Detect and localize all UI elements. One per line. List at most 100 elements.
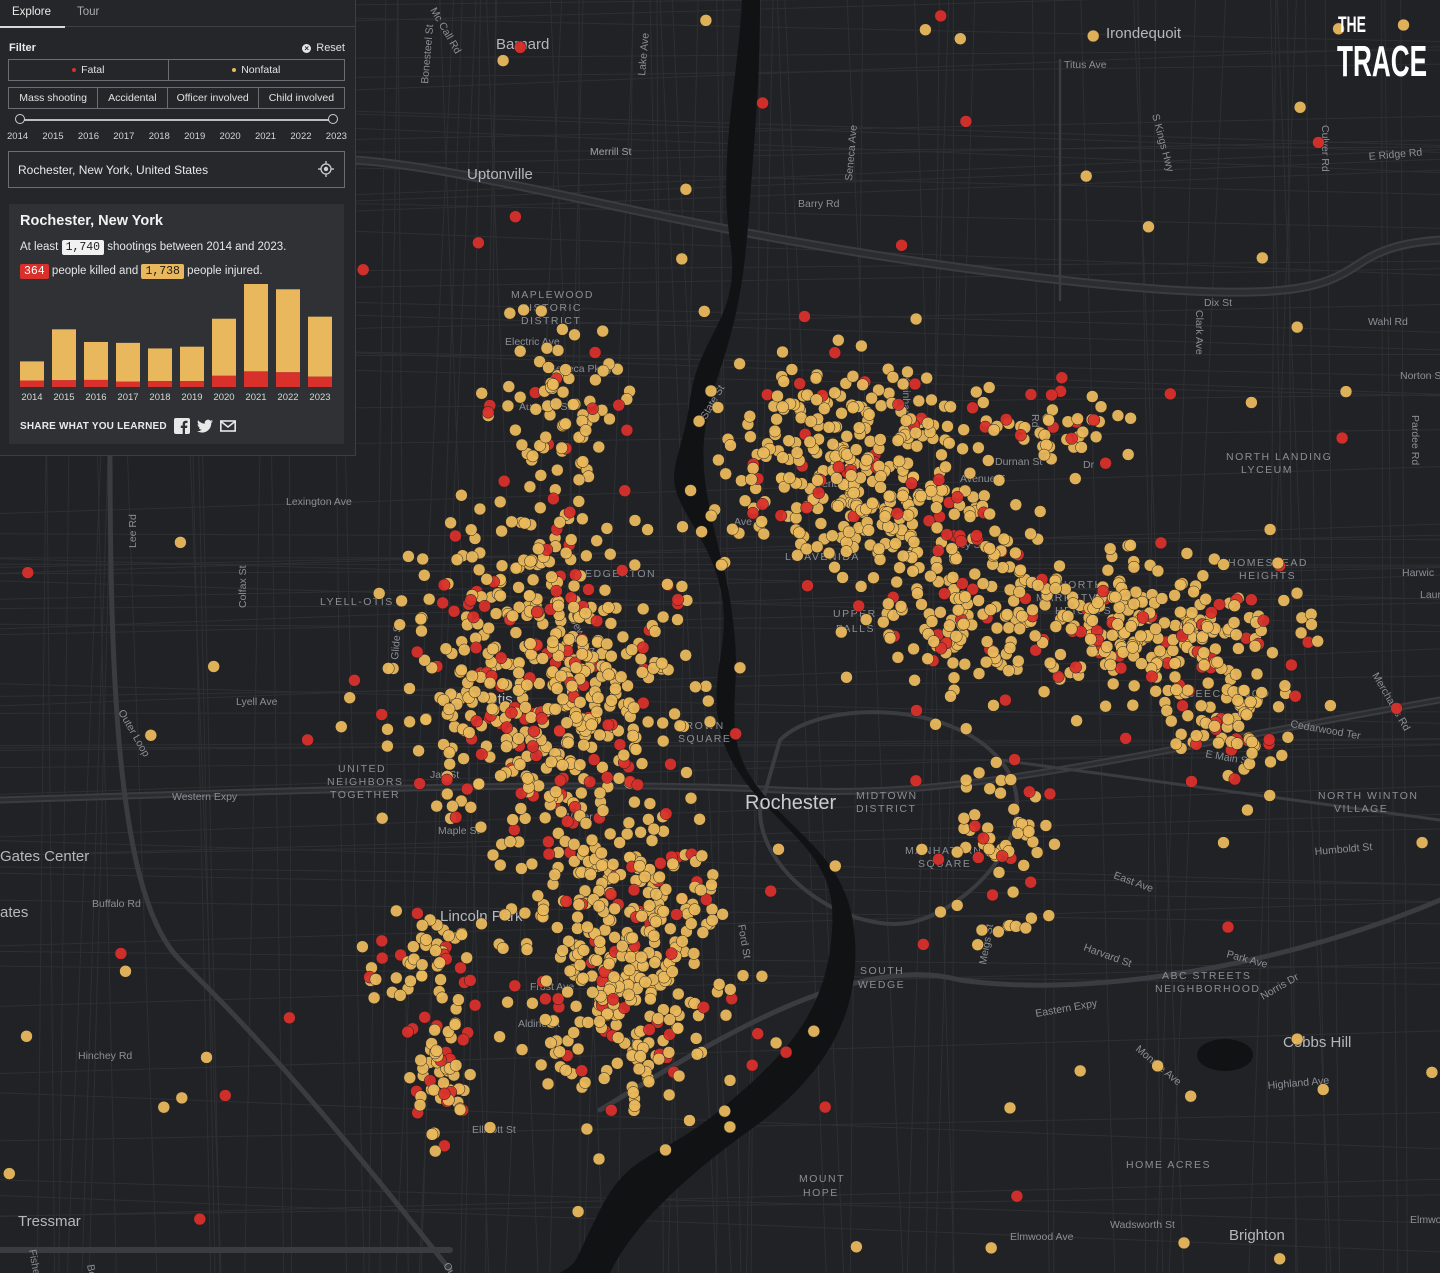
- nonfatal-marker[interactable]: [626, 931, 639, 945]
- fatal-marker[interactable]: [539, 992, 552, 1006]
- nonfatal-marker[interactable]: [600, 637, 614, 651]
- nonfatal-marker[interactable]: [607, 970, 621, 984]
- fatal-marker[interactable]: [356, 263, 370, 276]
- nonfatal-marker[interactable]: [1149, 622, 1162, 636]
- nonfatal-marker[interactable]: [1245, 396, 1258, 409]
- nonfatal-marker[interactable]: [576, 972, 590, 985]
- nonfatal-marker[interactable]: [586, 986, 599, 999]
- nonfatal-marker[interactable]: [593, 786, 607, 800]
- nonfatal-marker[interactable]: [874, 470, 887, 483]
- nonfatal-marker[interactable]: [809, 371, 823, 385]
- fatal-marker[interactable]: [1285, 658, 1298, 672]
- nonfatal-marker[interactable]: [534, 1058, 548, 1072]
- fatal-marker[interactable]: [438, 1087, 451, 1101]
- nonfatal-marker[interactable]: [689, 1032, 703, 1045]
- nonfatal-marker[interactable]: [889, 537, 902, 550]
- nonfatal-marker[interactable]: [572, 473, 586, 487]
- nonfatal-marker[interactable]: [1071, 412, 1084, 426]
- nonfatal-marker[interactable]: [552, 599, 565, 613]
- nonfatal-marker[interactable]: [1151, 564, 1165, 578]
- nonfatal-marker[interactable]: [465, 550, 479, 564]
- nonfatal-marker[interactable]: [576, 455, 590, 468]
- nonfatal-marker[interactable]: [613, 836, 626, 849]
- fatal-marker[interactable]: [779, 1045, 793, 1059]
- nonfatal-marker[interactable]: [1182, 622, 1195, 635]
- nonfatal-marker[interactable]: [1135, 657, 1148, 670]
- fatal-marker[interactable]: [1114, 661, 1128, 675]
- nonfatal-marker[interactable]: [675, 252, 689, 266]
- nonfatal-marker[interactable]: [672, 1069, 686, 1083]
- twitter-icon[interactable]: [196, 418, 213, 434]
- nonfatal-marker[interactable]: [1263, 789, 1276, 802]
- nonfatal-marker[interactable]: [983, 507, 996, 521]
- nonfatal-marker[interactable]: [873, 553, 887, 566]
- nonfatal-marker[interactable]: [518, 906, 532, 920]
- nonfatal-marker[interactable]: [914, 489, 928, 503]
- nonfatal-marker[interactable]: [883, 631, 897, 645]
- nonfatal-marker[interactable]: [611, 1057, 624, 1070]
- fatal-marker[interactable]: [1154, 536, 1168, 550]
- nonfatal-marker[interactable]: [908, 674, 921, 687]
- fatal-marker[interactable]: [606, 993, 620, 1006]
- nonfatal-marker[interactable]: [414, 1053, 427, 1067]
- nonfatal-marker[interactable]: [521, 772, 534, 785]
- fatal-marker[interactable]: [456, 1033, 470, 1047]
- nonfatal-marker[interactable]: [571, 1205, 585, 1218]
- nonfatal-marker[interactable]: [1037, 448, 1051, 462]
- fatal-marker[interactable]: [1096, 584, 1110, 598]
- fatal-marker[interactable]: [436, 596, 449, 610]
- nonfatal-marker[interactable]: [573, 696, 587, 709]
- nonfatal-marker[interactable]: [514, 802, 528, 815]
- nonfatal-marker[interactable]: [894, 600, 908, 613]
- nonfatal-marker[interactable]: [909, 312, 923, 326]
- nonfatal-marker[interactable]: [569, 1000, 583, 1013]
- nonfatal-marker[interactable]: [460, 951, 473, 965]
- nonfatal-marker[interactable]: [1091, 596, 1104, 609]
- nonfatal-marker[interactable]: [1174, 578, 1187, 592]
- fatal-marker[interactable]: [569, 568, 582, 582]
- nonfatal-marker[interactable]: [559, 546, 573, 560]
- nonfatal-marker[interactable]: [1266, 646, 1279, 659]
- nonfatal-marker[interactable]: [523, 589, 536, 602]
- nonfatal-marker[interactable]: [979, 655, 993, 669]
- fatal-marker[interactable]: [375, 934, 389, 948]
- nonfatal-marker[interactable]: [435, 991, 449, 1005]
- nonfatal-marker[interactable]: [680, 766, 693, 779]
- nonfatal-marker[interactable]: [1277, 594, 1291, 607]
- nonfatal-marker[interactable]: [1169, 737, 1183, 751]
- nonfatal-marker[interactable]: [414, 612, 428, 626]
- nonfatal-marker[interactable]: [602, 957, 616, 971]
- nonfatal-marker[interactable]: [1217, 836, 1230, 849]
- nonfatal-marker[interactable]: [1155, 592, 1169, 605]
- nonfatal-marker[interactable]: [534, 469, 548, 482]
- fatal-marker[interactable]: [729, 727, 742, 741]
- nonfatal-marker[interactable]: [1168, 657, 1182, 670]
- nonfatal-marker[interactable]: [634, 1050, 647, 1063]
- nonfatal-marker[interactable]: [390, 904, 403, 918]
- nonfatal-marker[interactable]: [564, 533, 578, 546]
- nonfatal-marker[interactable]: [643, 797, 657, 810]
- nonfatal-marker[interactable]: [1174, 605, 1187, 619]
- nonfatal-marker[interactable]: [688, 903, 702, 916]
- nonfatal-marker[interactable]: [578, 1076, 592, 1089]
- nonfatal-marker[interactable]: [891, 651, 905, 664]
- nonfatal-marker[interactable]: [950, 845, 964, 859]
- nonfatal-marker[interactable]: [577, 944, 591, 957]
- nonfatal-marker[interactable]: [629, 743, 643, 756]
- nonfatal-marker[interactable]: [987, 699, 1000, 712]
- nonfatal-marker[interactable]: [990, 621, 1004, 635]
- nonfatal-marker[interactable]: [644, 992, 657, 1006]
- nonfatal-marker[interactable]: [3, 1167, 16, 1180]
- nonfatal-marker[interactable]: [539, 1013, 552, 1026]
- nonfatal-marker[interactable]: [343, 691, 356, 704]
- nonfatal-marker[interactable]: [446, 799, 459, 813]
- nonfatal-marker[interactable]: [430, 799, 443, 813]
- nonfatal-marker[interactable]: [972, 766, 986, 780]
- nonfatal-marker[interactable]: [1004, 773, 1018, 786]
- nonfatal-marker[interactable]: [515, 438, 529, 452]
- nonfatal-marker[interactable]: [684, 484, 697, 497]
- nonfatal-marker[interactable]: [878, 510, 892, 523]
- nonfatal-marker[interactable]: [1232, 642, 1245, 655]
- nonfatal-marker[interactable]: [662, 1088, 676, 1102]
- fatal-marker[interactable]: [1008, 753, 1021, 766]
